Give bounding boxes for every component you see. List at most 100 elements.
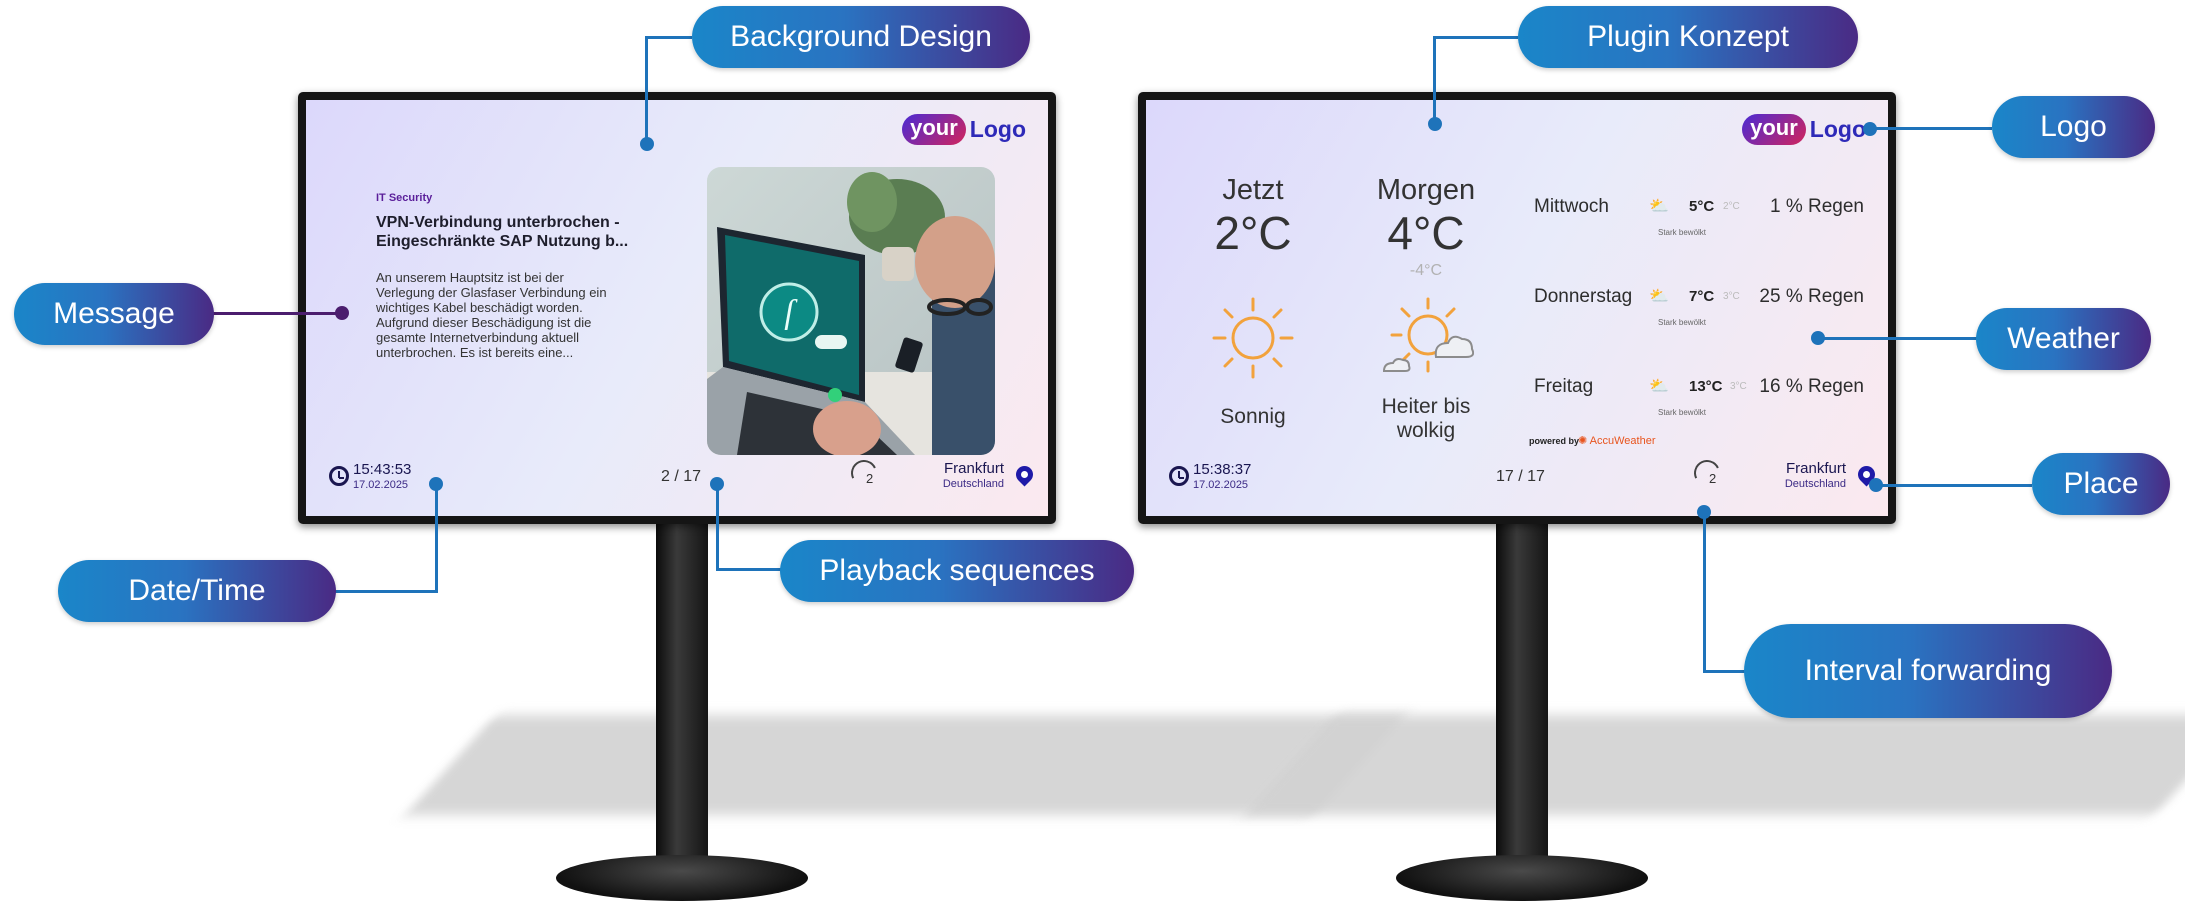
logo-text: Logo [969, 116, 1026, 142]
connector-line [1433, 36, 1518, 39]
tomorrow-low: -4°C [1409, 262, 1443, 279]
connector-dot [335, 306, 349, 320]
sequence-counter: 17 / 17 [1496, 468, 1545, 485]
headline-line: VPN-Verbindung unterbrochen - [376, 214, 620, 231]
brand-logo: your Logo [1742, 114, 1866, 145]
body-line: Verlegung der Glasfaser Verbindung ein [376, 285, 607, 300]
connector-dot [640, 137, 654, 151]
callout-playback-sequences: Playback sequences [780, 540, 1134, 602]
callout-place: Place [2032, 453, 2170, 515]
sun-icon [1212, 297, 1294, 379]
clock-time: 15:43:53 [353, 461, 412, 478]
connector-dot [1863, 122, 1877, 136]
forecast-rain: 1 % Regen [1769, 196, 1864, 217]
stand-pole [1496, 520, 1548, 890]
interval-counter: 2 [866, 471, 874, 486]
forecast-high: 7°C [1689, 288, 1715, 305]
forecast-low: 2°C [1723, 201, 1740, 212]
clock-icon [1169, 466, 1189, 486]
connector-line [435, 484, 438, 593]
location-country: Deutschland [942, 478, 1004, 490]
location-city: Frankfurt [943, 460, 1004, 477]
connector-line [1880, 484, 2032, 487]
clock-time: 15:38:37 [1193, 461, 1252, 478]
provider-name: AccuWeather [1589, 435, 1656, 447]
now-label: Jetzt [1222, 174, 1284, 206]
connector-dot [1811, 331, 1825, 345]
callout-background-design: Background Design [692, 6, 1030, 68]
callout-interval-forwarding: Interval forwarding [1744, 624, 2112, 718]
message-body: An unserem Hauptsitz ist bei der Verlegu… [376, 270, 607, 360]
logo-your: your [902, 114, 966, 145]
tomorrow-condition: Heiter bis wolkig [1346, 395, 1506, 443]
forecast-high: 5°C [1689, 198, 1715, 215]
cloud-sun-icon: ⛅ [1649, 198, 1669, 215]
stand-pole [656, 520, 708, 890]
clock-date: 17.02.2025 [353, 479, 409, 491]
body-line: wichtiges Kabel beschädigt worden. [376, 300, 583, 315]
cloud-sun-icon: ⛅ [1649, 288, 1669, 305]
body-line: unterbrochen. Es ist bereits eine... [376, 345, 574, 360]
stand-base [1396, 855, 1648, 901]
message-headline: VPN-Verbindung unterbrochen - Eingeschrä… [376, 213, 628, 251]
connector-line [1870, 127, 1992, 130]
forecast-high: 13°C [1689, 378, 1723, 395]
connector-line [716, 568, 784, 571]
tomorrow-label: Morgen [1376, 174, 1476, 206]
condition-line: wolkig [1396, 419, 1456, 442]
forecast-rain: 25 % Regen [1759, 286, 1864, 307]
location-country: Deutschland [1784, 478, 1846, 490]
brand-logo: your Logo [902, 114, 1026, 145]
connector-line [1433, 36, 1436, 124]
connector-line [1703, 512, 1706, 673]
cloud-sun-icon: ⛅ [1649, 378, 1669, 395]
right-screen: your Logo Jetzt 2°C Sonnig Morgen 4°C -4… [1146, 100, 1888, 516]
callout-message: Message [14, 283, 214, 345]
interval-counter: 2 [1709, 471, 1717, 486]
connector-dot [429, 477, 443, 491]
clock-date: 17.02.2025 [1193, 479, 1249, 491]
floor-shadow [404, 715, 1406, 815]
interval-arc-icon [847, 456, 881, 490]
forecast-day: Mittwoch [1534, 196, 1609, 217]
stand-base [556, 855, 808, 901]
laptop-photo: ſ [707, 167, 995, 455]
now-temperature: 2°C [1214, 207, 1292, 259]
powered-by: powered by [1529, 436, 1580, 446]
tomorrow-temperature: 4°C [1387, 207, 1465, 259]
sequence-counter: 2 / 17 [661, 468, 702, 485]
forecast-desc: Stark bewölkt [1658, 318, 1707, 327]
condition-line: Heiter bis [1381, 395, 1471, 418]
connector-dot [710, 477, 724, 491]
floor-shadow [1244, 715, 2185, 815]
location-city: Frankfurt [1785, 460, 1846, 477]
clock-icon [329, 466, 349, 486]
body-line: gesamte Internetverbindung aktuell [376, 330, 580, 345]
body-line: Aufgrund dieser Beschädigung ist die [376, 315, 592, 330]
connector-line [645, 36, 692, 39]
logo-your: your [1742, 114, 1806, 145]
connector-line [1703, 670, 1748, 673]
forecast-low: 3°C [1723, 291, 1740, 302]
forecast-desc: Stark bewölkt [1658, 228, 1707, 237]
connector-line [645, 36, 648, 144]
headline-line: Eingeschränkte SAP Nutzung b... [376, 233, 629, 250]
forecast-desc: Stark bewölkt [1658, 408, 1707, 417]
callout-plugin-konzept: Plugin Konzept [1518, 6, 1858, 68]
connector-line [330, 590, 438, 593]
connector-line [1822, 337, 1977, 340]
left-monitor: your Logo IT Security VPN-Verbindung unt… [298, 92, 1056, 524]
left-screen: your Logo IT Security VPN-Verbindung unt… [306, 100, 1048, 516]
forecast-day: Donnerstag [1534, 286, 1633, 307]
sun-icon: ✺ [1578, 435, 1588, 447]
connector-dot [1428, 117, 1442, 131]
callout-logo: Logo [1992, 96, 2155, 158]
forecast-rain: 16 % Regen [1759, 376, 1864, 397]
accuweather-logo: ✺ AccuWeather [1578, 434, 1656, 447]
connector-line [205, 312, 345, 315]
callout-weather: Weather [1976, 308, 2151, 370]
connector-dot [1697, 505, 1711, 519]
body-line: An unserem Hauptsitz ist bei der [376, 270, 564, 285]
forecast-low: 3°C [1730, 381, 1747, 392]
connector-line [716, 484, 719, 571]
